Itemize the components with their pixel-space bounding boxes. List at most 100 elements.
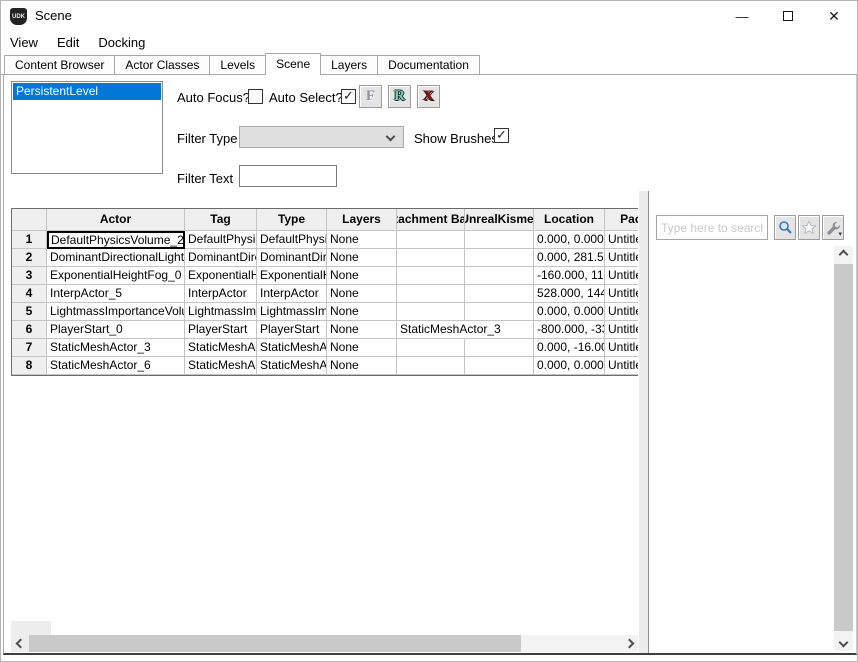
grid-cell[interactable]: Untitled bbox=[605, 249, 638, 267]
column-header-layers[interactable]: Layers bbox=[327, 209, 397, 231]
grid-cell[interactable]: None bbox=[327, 339, 397, 357]
show-brushes-checkbox[interactable] bbox=[494, 128, 509, 143]
grid-cell[interactable]: Untitled bbox=[605, 357, 638, 375]
grid-cell[interactable] bbox=[465, 231, 534, 249]
grid-cell[interactable]: 528.000, 144 bbox=[534, 285, 605, 303]
filter-type-dropdown[interactable] bbox=[239, 126, 404, 148]
grid-cell[interactable]: ExponentialHeightFog bbox=[257, 267, 327, 285]
grid-cell[interactable]: LightmassImportanceVolume bbox=[257, 303, 327, 321]
grid-cell[interactable] bbox=[397, 339, 465, 357]
panel-splitter[interactable] bbox=[639, 191, 648, 653]
grid-cell[interactable] bbox=[465, 249, 534, 267]
grid-cell[interactable]: None bbox=[327, 267, 397, 285]
scroll-up-button[interactable] bbox=[834, 246, 853, 263]
grid-cell[interactable] bbox=[465, 267, 534, 285]
grid-cell[interactable]: StaticMeshActor_3 bbox=[397, 321, 465, 339]
grid-cell[interactable] bbox=[397, 285, 465, 303]
delete-button[interactable]: X bbox=[417, 85, 440, 108]
column-header-location[interactable]: Location bbox=[534, 209, 605, 231]
auto-select-checkbox[interactable] bbox=[341, 89, 356, 104]
column-header-package[interactable]: Package bbox=[605, 209, 638, 231]
grid-cell[interactable]: None bbox=[327, 357, 397, 375]
grid-cell[interactable]: InterpActor_5 bbox=[47, 285, 185, 303]
grid-cell[interactable] bbox=[397, 267, 465, 285]
grid-cell[interactable] bbox=[397, 303, 465, 321]
grid-cell[interactable]: InterpActor bbox=[185, 285, 257, 303]
grid-cell[interactable]: None bbox=[327, 321, 397, 339]
tab-layers[interactable]: Layers bbox=[320, 55, 378, 74]
row-number[interactable]: 6 bbox=[12, 321, 47, 339]
row-number[interactable]: 3 bbox=[12, 267, 47, 285]
grid-cell[interactable]: PlayerStart bbox=[185, 321, 257, 339]
grid-cell[interactable]: DefaultPhysicsVolume bbox=[257, 231, 327, 249]
grid-cell[interactable]: ExponentialHeightFog_0 bbox=[47, 267, 185, 285]
horizontal-scrollbar-thumb[interactable] bbox=[29, 635, 521, 652]
grid-cell[interactable] bbox=[465, 285, 534, 303]
row-number[interactable]: 8 bbox=[12, 357, 47, 375]
grid-cell[interactable]: StaticMeshActor bbox=[257, 339, 327, 357]
grid-cell[interactable]: DominantDirectionalLight bbox=[257, 249, 327, 267]
tab-actor-classes[interactable]: Actor Classes bbox=[114, 55, 210, 74]
grid-cell[interactable]: LightmassImportanceVolume_0 bbox=[47, 303, 185, 321]
column-header-attachment-base[interactable]: Attachment Base bbox=[397, 209, 465, 231]
column-header-tag[interactable]: Tag bbox=[185, 209, 257, 231]
list-item-persistent-level[interactable]: PersistentLevel bbox=[13, 83, 161, 100]
search-input[interactable] bbox=[656, 215, 768, 240]
search-button[interactable] bbox=[774, 215, 796, 240]
menu-docking[interactable]: Docking bbox=[98, 35, 145, 50]
vertical-scrollbar[interactable] bbox=[834, 246, 853, 651]
grid-cell[interactable] bbox=[397, 357, 465, 375]
grid-cell[interactable]: StaticMeshActor_3 bbox=[47, 339, 185, 357]
grid-cell[interactable] bbox=[465, 303, 534, 321]
scroll-down-button[interactable] bbox=[834, 634, 853, 651]
refresh-button[interactable]: R bbox=[388, 85, 411, 108]
tab-scene[interactable]: Scene bbox=[265, 53, 321, 75]
grid-cell[interactable]: PlayerStart bbox=[257, 321, 327, 339]
grid-cell[interactable]: Untitled bbox=[605, 231, 638, 249]
close-button[interactable]: ✕ bbox=[811, 1, 857, 31]
column-header-actor[interactable]: Actor bbox=[47, 209, 185, 231]
scroll-right-button[interactable] bbox=[620, 635, 638, 652]
grid-cell[interactable]: -160.000, 118 bbox=[534, 267, 605, 285]
grid-cell[interactable]: None bbox=[327, 249, 397, 267]
grid-cell[interactable]: None bbox=[327, 303, 397, 321]
row-number[interactable]: 7 bbox=[12, 339, 47, 357]
grid-cell[interactable] bbox=[397, 231, 465, 249]
grid-cell[interactable]: 0.000, -16.00 bbox=[534, 339, 605, 357]
focus-button[interactable]: F bbox=[359, 85, 382, 108]
horizontal-scrollbar[interactable] bbox=[11, 635, 638, 652]
grid-cell[interactable]: PlayerStart_0 bbox=[47, 321, 185, 339]
grid-cell[interactable]: 0.000, 281.55 bbox=[534, 249, 605, 267]
level-listbox[interactable]: PersistentLevel bbox=[11, 81, 163, 174]
grid-cell[interactable]: Untitled bbox=[605, 339, 638, 357]
grid-cell[interactable]: Untitled bbox=[605, 285, 638, 303]
search-options-button[interactable]: ▾ bbox=[822, 215, 844, 240]
grid-cell[interactable]: StaticMeshActor bbox=[185, 339, 257, 357]
vertical-scrollbar-thumb[interactable] bbox=[834, 264, 853, 631]
grid-cell[interactable]: InterpActor bbox=[257, 285, 327, 303]
grid-cell[interactable]: StaticMeshActor_6 bbox=[47, 357, 185, 375]
column-header-type[interactable]: Type bbox=[257, 209, 327, 231]
grid-cell[interactable]: 0.000, 0.000, bbox=[534, 231, 605, 249]
scroll-left-button[interactable] bbox=[11, 635, 29, 652]
grid-cell[interactable]: DominantDirectionalLight bbox=[185, 249, 257, 267]
tab-content-browser[interactable]: Content Browser bbox=[4, 55, 115, 74]
row-number[interactable]: 2 bbox=[12, 249, 47, 267]
grid-cell[interactable]: Untitled bbox=[605, 267, 638, 285]
tab-documentation[interactable]: Documentation bbox=[377, 55, 480, 74]
tab-levels[interactable]: Levels bbox=[209, 55, 266, 74]
row-number[interactable]: 5 bbox=[12, 303, 47, 321]
grid-cell[interactable]: ExponentialHeightFog bbox=[185, 267, 257, 285]
grid-cell[interactable]: Untitled bbox=[605, 321, 638, 339]
grid-cell[interactable] bbox=[465, 357, 534, 375]
grid-cell[interactable]: None bbox=[327, 285, 397, 303]
column-header-unrealkismet[interactable]: UnrealKismet bbox=[465, 209, 534, 231]
grid-cell[interactable]: 0.000, 0.000, bbox=[534, 357, 605, 375]
grid-cell[interactable]: Untitled bbox=[605, 303, 638, 321]
grid-cell[interactable]: LightmassImportanceVolume bbox=[185, 303, 257, 321]
minimize-button[interactable]: — bbox=[719, 1, 765, 31]
favorites-button[interactable] bbox=[798, 215, 820, 240]
row-number[interactable]: 1 bbox=[12, 231, 47, 249]
grid-cell[interactable]: DominantDirectionalLight_0 bbox=[47, 249, 185, 267]
grid-cell[interactable]: -800.000, -33 bbox=[534, 321, 605, 339]
